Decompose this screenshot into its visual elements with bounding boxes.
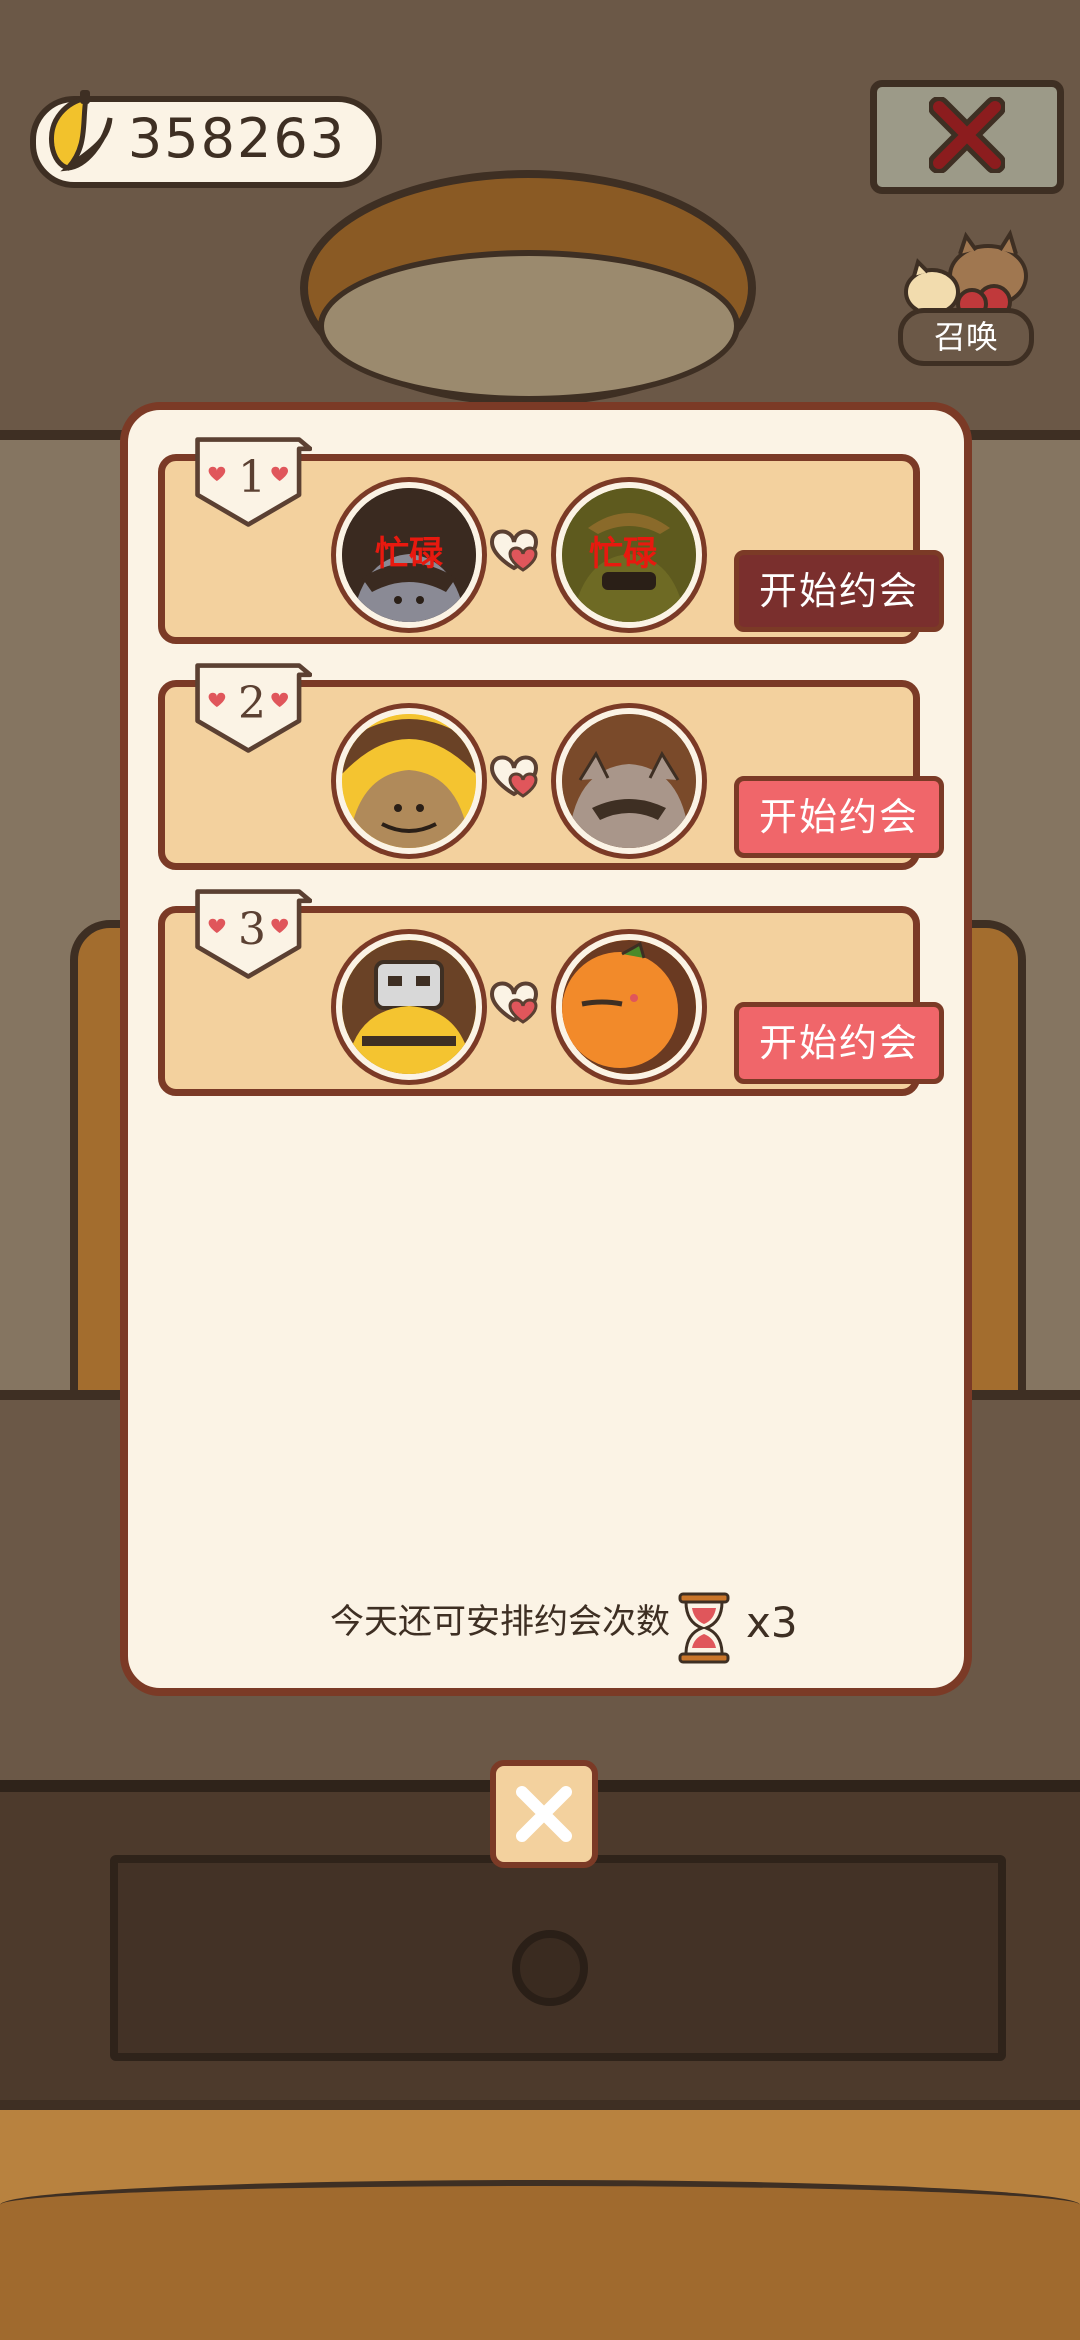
donut-lamp-sprinkles [318, 250, 740, 402]
cat-avatar-2a[interactable] [336, 708, 482, 854]
close-x-icon [929, 97, 1005, 173]
remaining-dates-count: x3 [746, 1598, 798, 1647]
heart-link-icon [489, 755, 539, 798]
rank-number-3: 3 [238, 904, 266, 955]
busy-label-1a: 忙碌 [375, 534, 443, 574]
rank-number-2: 2 [238, 678, 266, 729]
hourglass-icon [678, 1592, 730, 1664]
cat-avatar-3b[interactable] [556, 934, 702, 1080]
currency-value: 358263 [127, 107, 347, 170]
drawer-knob [512, 1930, 588, 2006]
cat-face-icon [562, 714, 696, 848]
close-icon [516, 1786, 572, 1842]
start-date-button-2[interactable]: 开始约会 [734, 776, 944, 858]
summon-button[interactable]: 召唤 [898, 308, 1034, 366]
close-top-button[interactable] [870, 80, 1064, 194]
start-date-button-3[interactable]: 开始约会 [734, 1002, 944, 1084]
cat-face-icon [562, 940, 696, 1074]
cat-avatar-3a[interactable] [336, 934, 482, 1080]
banana-icon [49, 90, 113, 172]
cat-avatar-2b[interactable] [556, 708, 702, 854]
rank-number-1: 1 [238, 452, 266, 503]
cat-face-icon [342, 940, 476, 1074]
busy-label-1b: 忙碌 [589, 534, 657, 574]
remaining-dates-label: 今天还可安排约会次数 [330, 1602, 670, 1642]
start-date-button-1[interactable]: 开始约会 [734, 550, 944, 632]
carpet-wave [0, 2180, 1080, 2340]
close-panel-button[interactable] [490, 1760, 598, 1868]
heart-link-icon [489, 981, 539, 1024]
heart-link-icon [489, 529, 539, 572]
cat-face-icon [342, 714, 476, 848]
